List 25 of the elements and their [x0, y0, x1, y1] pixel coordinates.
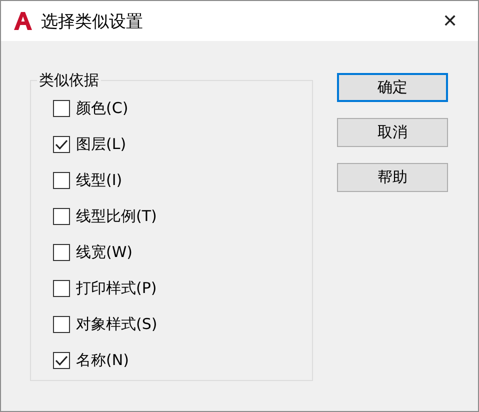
checkbox[interactable] [53, 172, 70, 188]
checkbox-label: 线型(I) [76, 170, 122, 190]
checkbox[interactable] [53, 316, 70, 332]
checkbox-label: 线型比例(T) [76, 206, 157, 226]
checkbox-label: 颜色(C) [76, 98, 128, 118]
group-title: 类似依据 [38, 71, 100, 90]
checkbox[interactable] [53, 352, 70, 368]
ok-button[interactable]: 确定 [337, 73, 448, 102]
checkbox[interactable] [53, 100, 70, 116]
checkbox[interactable] [53, 280, 70, 296]
checkbox-label: 名称(N) [76, 350, 129, 370]
cancel-button[interactable]: 取消 [337, 118, 448, 147]
close-button[interactable]: ✕ [434, 5, 466, 37]
checkbox-label: 线宽(W) [76, 242, 133, 262]
check-icon [55, 354, 68, 366]
checkbox[interactable] [53, 136, 70, 152]
window-title: 选择类似设置 [41, 10, 144, 32]
app-logo-icon [13, 11, 33, 31]
checkbox-label: 图层(L) [76, 134, 126, 154]
checkbox-label: 对象样式(S) [76, 314, 158, 334]
check-icon [55, 138, 68, 150]
help-button[interactable]: 帮助 [337, 163, 448, 192]
checkbox[interactable] [53, 208, 70, 224]
checkbox[interactable] [53, 244, 70, 260]
checkbox-label: 打印样式(P) [76, 278, 157, 298]
